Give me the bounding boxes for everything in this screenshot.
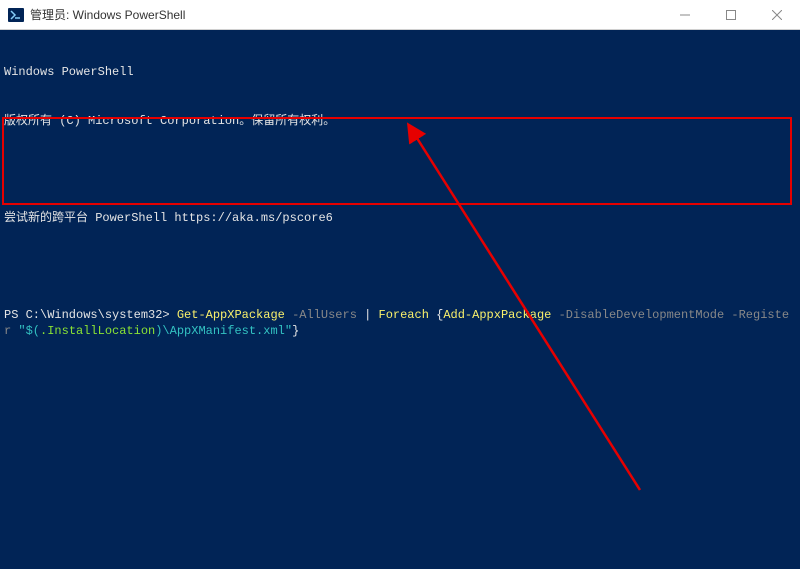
command-line: PS C:\Windows\system32> Get-AppXPackage … [4,307,796,339]
terminal-pane[interactable]: Windows PowerShell 版权所有 (C) Microsoft Co… [0,30,800,569]
ps-header-line2: 版权所有 (C) Microsoft Corporation。保留所有权利。 [4,113,796,129]
cmd-getappx: Get-AppXPackage [177,308,285,322]
cmd-manifest: )\AppXManifest.xml" [155,324,292,338]
ps-header-line1: Windows PowerShell [4,64,796,80]
ps-prompt: PS C:\Windows\system32> [4,308,170,322]
cmd-pipe: | [364,308,371,322]
maximize-button[interactable] [708,0,754,30]
cmd-subexpr-open: "$( [18,324,40,338]
cmd-addappx: Add-AppxPackage [443,308,551,322]
window-titlebar: 管理员: Windows PowerShell [0,0,800,30]
cmd-disabledev: -DisableDevelopmentMode [559,308,725,322]
cmd-installloc: .InstallLocation [40,324,155,338]
powershell-icon [8,7,24,23]
close-button[interactable] [754,0,800,30]
cmd-brace-close: } [292,324,299,338]
window-controls [662,0,800,29]
minimize-button[interactable] [662,0,708,30]
cmd-allusers: -AllUsers [292,308,357,322]
window-title: 管理员: Windows PowerShell [30,6,662,23]
cmd-foreach: Foreach [379,308,429,322]
ps-try-new: 尝试新的跨平台 PowerShell https://aka.ms/pscore… [4,210,796,226]
